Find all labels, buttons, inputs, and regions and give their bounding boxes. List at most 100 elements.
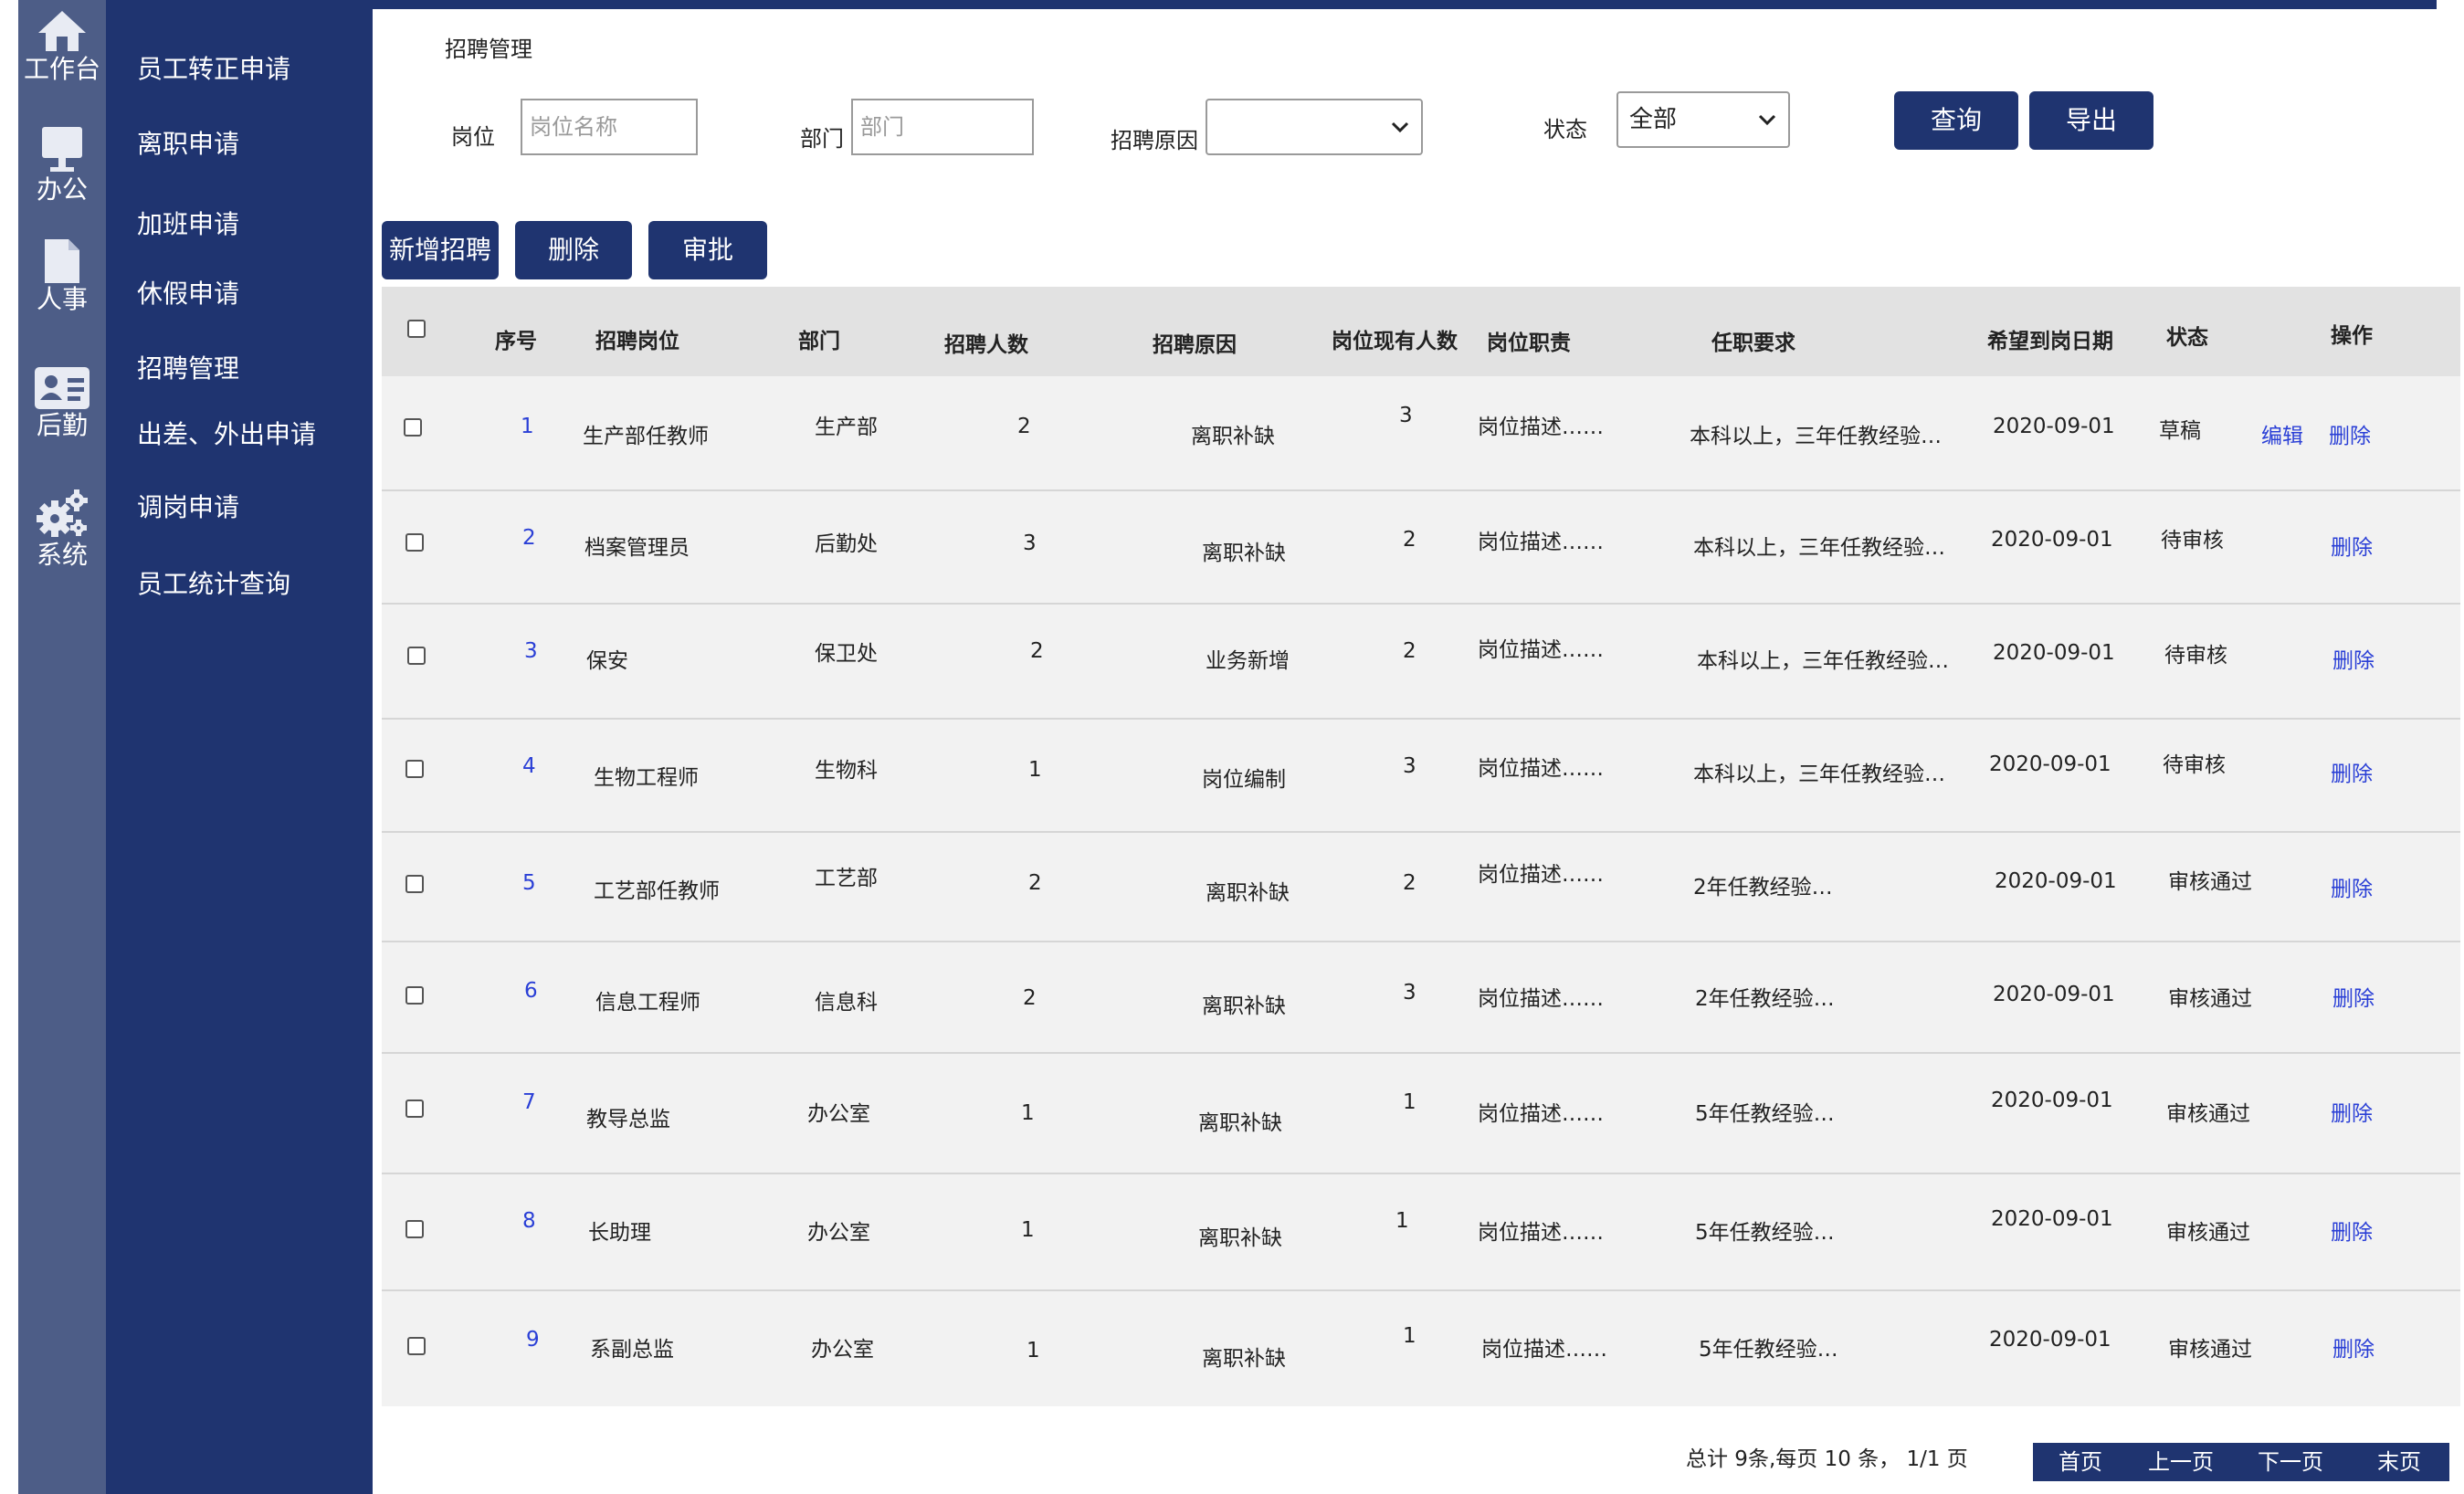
- top-bar: [373, 0, 2437, 9]
- menu-item-regularization[interactable]: 员工转正申请: [137, 49, 290, 86]
- delete-link[interactable]: 删除: [2331, 871, 2373, 902]
- row-checkbox[interactable]: [405, 1099, 424, 1118]
- edge-strip: [0, 0, 18, 1494]
- row-index: 7: [522, 1090, 536, 1114]
- status-label: 状态: [1543, 117, 1587, 142]
- row-reason: 岗位编制: [1202, 768, 1286, 792]
- row-index: 6: [524, 979, 538, 1003]
- row-date: 2020-09-01: [1993, 641, 2115, 665]
- menu-item-staff-stats[interactable]: 员工统计查询: [137, 564, 290, 601]
- rail-item-logistics[interactable]: 后勤: [18, 365, 106, 440]
- menu-item-recruitment[interactable]: 招聘管理: [137, 349, 239, 385]
- position-input[interactable]: [521, 99, 698, 155]
- header-date: 希望到岗日期: [1987, 330, 2113, 353]
- rail-item-office[interactable]: 办公: [18, 124, 106, 205]
- rail-item-system[interactable]: 系统: [18, 488, 106, 570]
- first-page-button[interactable]: 首页: [2033, 1443, 2128, 1481]
- row-checkbox[interactable]: [405, 986, 424, 1005]
- table-row: 1 生产部任教师 生产部 2 离职补缺 3 岗位描述…… 本科以上，三年任教经验…: [382, 376, 2460, 491]
- row-dept: 后勤处: [815, 532, 878, 556]
- page-title: 招聘管理: [445, 37, 532, 62]
- row-current: 1: [1403, 1324, 1416, 1348]
- row-requirement: 5年任教经验…: [1699, 1338, 1838, 1362]
- row-index: 5: [522, 871, 536, 895]
- row-current: 2: [1403, 528, 1416, 552]
- menu-item-resignation[interactable]: 离职申请: [137, 124, 239, 161]
- prev-page-button[interactable]: 上一页: [2121, 1443, 2241, 1481]
- delete-link[interactable]: 删除: [2331, 1096, 2373, 1127]
- add-recruitment-button[interactable]: 新增招聘: [382, 221, 499, 279]
- last-page-button[interactable]: 末页: [2349, 1443, 2449, 1481]
- row-dept: 生物科: [815, 759, 878, 783]
- row-post: 生物工程师: [594, 766, 699, 790]
- row-dept: 办公室: [807, 1221, 870, 1245]
- row-dept: 工艺部: [815, 867, 878, 890]
- delete-link[interactable]: 删除: [2332, 1331, 2374, 1362]
- rail-item-workbench[interactable]: 工作台: [18, 7, 106, 84]
- row-checkbox[interactable]: [407, 1337, 426, 1355]
- edit-link[interactable]: 编辑: [2261, 418, 2303, 449]
- query-button[interactable]: 查询: [1894, 91, 2018, 150]
- rail-label: 人事: [36, 284, 88, 314]
- row-reason: 离职补缺: [1206, 881, 1290, 905]
- row-requirement: 本科以上，三年任教经验…: [1697, 649, 1949, 673]
- rail-item-hr[interactable]: 人事: [18, 237, 106, 314]
- row-count: 1: [1021, 1218, 1035, 1242]
- row-duty: 岗位描述……: [1478, 987, 1604, 1011]
- table-header: 序号 招聘岗位 部门 招聘人数 招聘原因 岗位现有人数 岗位职责 任职要求 希望…: [382, 287, 2460, 376]
- header-requirement: 任职要求: [1711, 331, 1795, 355]
- menu-item-business-trip[interactable]: 出差、外出申请: [137, 415, 316, 451]
- row-reason: 离职补缺: [1202, 1347, 1286, 1371]
- approve-button[interactable]: 审批: [648, 221, 767, 279]
- row-count: 1: [1021, 1101, 1035, 1125]
- row-date: 2020-09-01: [1995, 869, 2117, 893]
- row-dept: 信息科: [815, 991, 878, 1015]
- menu-item-transfer[interactable]: 调岗申请: [137, 488, 239, 524]
- row-count: 2: [1023, 986, 1037, 1010]
- table-row: 9 系副总监 办公室 1 离职补缺 1 岗位描述…… 5年任教经验… 2020-…: [382, 1289, 2460, 1406]
- delete-link[interactable]: 删除: [2329, 418, 2371, 449]
- row-status: 审核通过: [2168, 987, 2252, 1011]
- header-count: 招聘人数: [944, 333, 1028, 357]
- row-dept: 保卫处: [815, 642, 878, 666]
- row-checkbox[interactable]: [405, 875, 424, 893]
- row-current: 3: [1403, 981, 1416, 1005]
- delete-link[interactable]: 删除: [2332, 643, 2374, 674]
- next-page-button[interactable]: 下一页: [2230, 1443, 2351, 1481]
- delete-button[interactable]: 删除: [515, 221, 632, 279]
- row-requirement: 本科以上，三年任教经验…: [1693, 536, 1945, 560]
- row-checkbox[interactable]: [407, 647, 426, 665]
- table-row: 5 工艺部任教师 工艺部 2 离职补缺 2 岗位描述…… 2年任教经验… 202…: [382, 831, 2460, 942]
- header-duty: 岗位职责: [1487, 331, 1571, 355]
- delete-link[interactable]: 删除: [2331, 530, 2373, 561]
- menu-item-overtime[interactable]: 加班申请: [137, 205, 239, 241]
- row-current: 3: [1403, 754, 1416, 778]
- reason-select[interactable]: [1206, 99, 1423, 155]
- rail-label: 系统: [36, 540, 88, 570]
- row-checkbox[interactable]: [405, 760, 424, 778]
- dept-input[interactable]: [851, 99, 1034, 155]
- row-duty: 岗位描述……: [1478, 531, 1604, 554]
- row-index: 3: [524, 639, 538, 663]
- row-dept: 办公室: [807, 1102, 870, 1126]
- row-duty: 岗位描述……: [1478, 757, 1604, 781]
- row-date: 2020-09-01: [1989, 752, 2111, 776]
- row-reason: 离职补缺: [1202, 994, 1286, 1018]
- row-duty: 岗位描述……: [1478, 1102, 1604, 1126]
- row-dept: 生产部: [815, 416, 878, 439]
- export-button[interactable]: 导出: [2029, 91, 2153, 150]
- delete-link[interactable]: 删除: [2331, 1215, 2373, 1246]
- table-row: 6 信息工程师 信息科 2 离职补缺 3 岗位描述…… 2年任教经验… 2020…: [382, 941, 2460, 1054]
- monitor-icon: [42, 127, 82, 172]
- row-index: 2: [522, 526, 536, 550]
- delete-link[interactable]: 删除: [2332, 981, 2374, 1012]
- select-all-checkbox[interactable]: [407, 320, 426, 338]
- pagination-summary: 总计 9条,每页 10 条， 1/1 页: [1686, 1447, 1968, 1471]
- row-post: 档案管理员: [584, 536, 690, 560]
- menu-item-leave[interactable]: 休假申请: [137, 274, 239, 310]
- status-select[interactable]: 全部: [1616, 91, 1790, 148]
- row-checkbox[interactable]: [405, 533, 424, 552]
- row-checkbox[interactable]: [404, 418, 422, 437]
- delete-link[interactable]: 删除: [2331, 756, 2373, 787]
- row-checkbox[interactable]: [405, 1220, 424, 1238]
